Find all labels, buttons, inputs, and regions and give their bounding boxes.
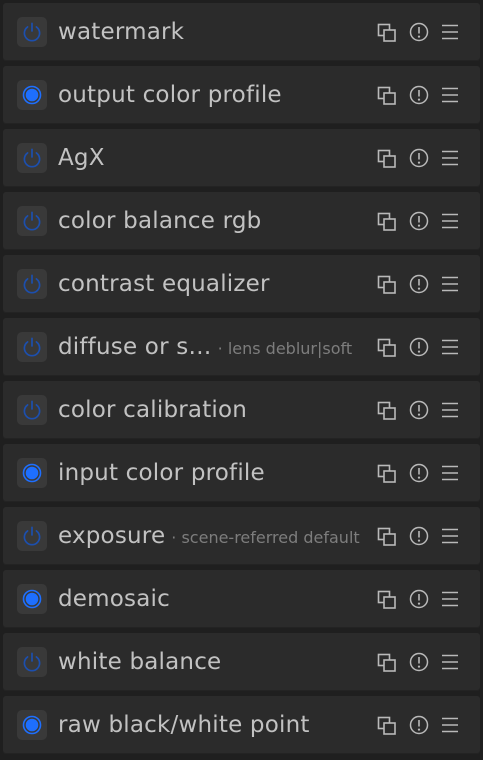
module-row-6[interactable]: color calibration — [3, 381, 480, 439]
module-name-text: white balance — [58, 649, 222, 675]
reset-icon[interactable] — [408, 210, 430, 232]
multi-instance-icon[interactable] — [376, 147, 398, 169]
power-icon[interactable] — [17, 269, 47, 299]
multi-instance-icon[interactable] — [376, 336, 398, 358]
power-icon[interactable] — [17, 647, 47, 677]
module-row-11[interactable]: raw black/white point — [3, 696, 480, 754]
module-name-text: watermark — [58, 19, 185, 45]
reset-icon[interactable] — [408, 147, 430, 169]
module-row-5[interactable]: diffuse or s… · lens deblur|soft — [3, 318, 480, 376]
presets-menu-icon[interactable] — [439, 84, 461, 106]
power-icon[interactable] — [17, 332, 47, 362]
module-name-text: contrast equalizer — [58, 271, 270, 297]
module-name: output color profile — [58, 66, 282, 124]
module-name-text: color balance rgb — [58, 208, 262, 234]
reset-icon[interactable] — [408, 525, 430, 547]
presets-menu-icon[interactable] — [439, 651, 461, 673]
multi-instance-icon[interactable] — [376, 588, 398, 610]
module-name-text: AgX — [58, 145, 105, 171]
module-name: raw black/white point — [58, 696, 310, 754]
multi-instance-icon[interactable] — [376, 399, 398, 421]
multi-instance-icon[interactable] — [376, 525, 398, 547]
module-row-10[interactable]: white balance — [3, 633, 480, 691]
module-name: color calibration — [58, 381, 247, 439]
module-name-text: raw black/white point — [58, 712, 310, 738]
multi-instance-icon[interactable] — [376, 714, 398, 736]
module-name-text: exposure — [58, 523, 166, 549]
reset-icon[interactable] — [408, 84, 430, 106]
power-icon[interactable] — [17, 458, 47, 488]
reset-icon[interactable] — [408, 273, 430, 295]
module-list: watermark output color profile AgX color… — [0, 0, 483, 760]
reset-icon[interactable] — [408, 462, 430, 484]
module-row-3[interactable]: color balance rgb — [3, 192, 480, 250]
multi-instance-icon[interactable] — [376, 462, 398, 484]
multi-instance-icon[interactable] — [376, 84, 398, 106]
reset-icon[interactable] — [408, 588, 430, 610]
presets-menu-icon[interactable] — [439, 588, 461, 610]
module-instance-label: · scene-referred default — [171, 528, 360, 547]
presets-menu-icon[interactable] — [439, 399, 461, 421]
presets-menu-icon[interactable] — [439, 714, 461, 736]
module-name: diffuse or s… · lens deblur|soft — [58, 318, 352, 376]
module-row-2[interactable]: AgX — [3, 129, 480, 187]
module-name: watermark — [58, 3, 184, 61]
reset-icon[interactable] — [408, 336, 430, 358]
module-row-1[interactable]: output color profile — [3, 66, 480, 124]
module-name-text: output color profile — [58, 82, 282, 108]
module-row-9[interactable]: demosaic — [3, 570, 480, 628]
presets-menu-icon[interactable] — [439, 210, 461, 232]
reset-icon[interactable] — [408, 399, 430, 421]
module-row-8[interactable]: exposure · scene-referred default — [3, 507, 480, 565]
module-name-text: color calibration — [58, 397, 248, 423]
multi-instance-icon[interactable] — [376, 21, 398, 43]
power-icon[interactable] — [17, 584, 47, 614]
presets-menu-icon[interactable] — [439, 336, 461, 358]
module-name-text: demosaic — [58, 586, 170, 612]
presets-menu-icon[interactable] — [439, 525, 461, 547]
presets-menu-icon[interactable] — [439, 273, 461, 295]
module-row-4[interactable]: contrast equalizer — [3, 255, 480, 313]
power-icon[interactable] — [17, 395, 47, 425]
reset-icon[interactable] — [408, 714, 430, 736]
presets-menu-icon[interactable] — [439, 147, 461, 169]
module-instance-label: · lens deblur|soft — [217, 339, 353, 358]
reset-icon[interactable] — [408, 21, 430, 43]
module-name-text: input color profile — [58, 460, 265, 486]
presets-menu-icon[interactable] — [439, 21, 461, 43]
power-icon[interactable] — [17, 17, 47, 47]
reset-icon[interactable] — [408, 651, 430, 673]
power-icon[interactable] — [17, 80, 47, 110]
power-icon[interactable] — [17, 521, 47, 551]
module-name: color balance rgb — [58, 192, 261, 250]
module-name: input color profile — [58, 444, 265, 502]
presets-menu-icon[interactable] — [439, 462, 461, 484]
multi-instance-icon[interactable] — [376, 273, 398, 295]
module-name: AgX — [58, 129, 105, 187]
module-name-text: diffuse or s… — [58, 334, 212, 360]
module-name: exposure · scene-referred default — [58, 507, 360, 565]
module-name: contrast equalizer — [58, 255, 270, 313]
module-row-0[interactable]: watermark — [3, 3, 480, 61]
module-name: white balance — [58, 633, 221, 691]
power-icon[interactable] — [17, 143, 47, 173]
module-name: demosaic — [58, 570, 170, 628]
multi-instance-icon[interactable] — [376, 651, 398, 673]
power-icon[interactable] — [17, 206, 47, 236]
power-icon[interactable] — [17, 710, 47, 740]
multi-instance-icon[interactable] — [376, 210, 398, 232]
module-row-7[interactable]: input color profile — [3, 444, 480, 502]
